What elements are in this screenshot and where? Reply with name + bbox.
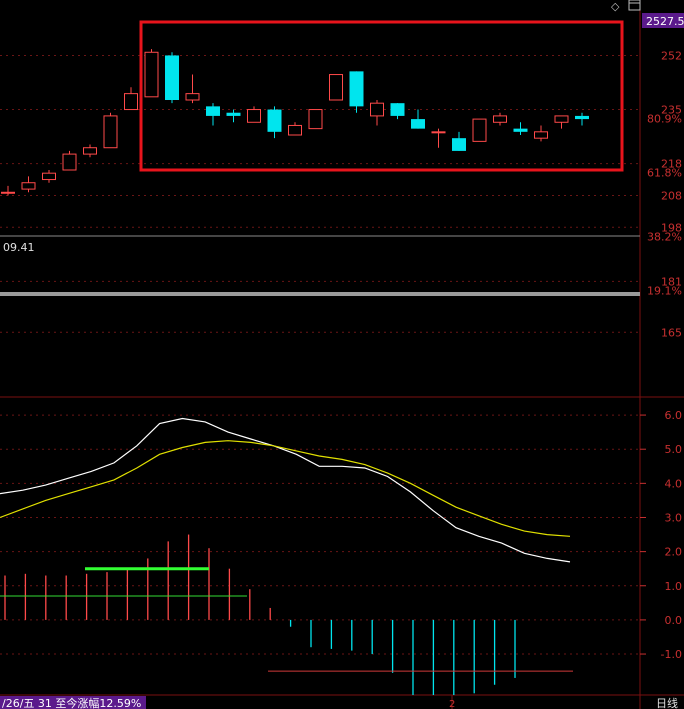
indicator-tick-label: -1.0 [661,648,682,661]
candle-body [42,172,56,181]
candle-body [431,131,446,134]
cursor-label: 2 [449,699,455,709]
indicator-tick-label: 5.0 [665,443,683,456]
status-text: /26/五 31 至今涨幅12.59% [2,696,141,709]
candle [62,150,77,171]
candle-body [534,131,548,139]
indicator-tick-label: 6.0 [665,409,683,422]
candle [103,112,118,149]
indicator-tick-label: 4.0 [665,477,683,490]
price-tick-label: 165 [661,326,682,339]
candle [267,106,282,139]
price-badge: 2527.5 [646,15,684,28]
indicator-tick-label: 2.0 [665,546,683,559]
candle-body [513,128,528,132]
price-tick-label: 208 [661,189,682,202]
candle-body [575,115,589,120]
candle [431,128,446,148]
price-tick-label: 252 [661,49,682,62]
candle-body [21,182,36,190]
candle [411,109,425,129]
candle [452,131,466,151]
candle-body [165,55,179,100]
candle [390,103,405,120]
candle-body [226,112,241,116]
candle-body [206,106,220,116]
stock-chart: 252235218208198181165 80.9%61.8%38.2%19.… [0,0,684,709]
indicator-tick-label: 0.0 [665,614,683,627]
indicator-tick-labels: 6.0 5.0 4.0 3.0 2.0 1.0 0.0 -1.0 [661,409,682,661]
candle [513,122,528,135]
candle [370,100,384,126]
candle [329,74,343,101]
candle [144,49,159,98]
candle [83,144,97,158]
candle-body [329,74,343,101]
percent-tick-label: 38.2% [647,230,682,243]
candle [247,106,261,123]
candle [349,71,364,113]
value-label: 09.41 [3,241,35,254]
candle [534,125,548,142]
price-grid [0,54,640,333]
period-label[interactable]: 日线 [656,696,678,709]
candle [124,87,138,111]
candle-body [472,118,487,142]
macd-lines [0,417,571,563]
candle-body [390,103,405,116]
window-icon[interactable] [628,0,641,11]
candle-body [124,93,138,111]
candle [308,109,323,130]
highlight-box [139,20,624,172]
percent-tick-label: 61.8% [647,167,682,180]
candle [472,118,487,142]
candle-body [452,138,466,151]
candle-body [62,153,77,171]
candle [226,109,241,123]
candle-body [308,109,323,130]
candle-body [267,109,282,132]
candle [554,115,569,129]
candle [288,122,302,136]
candle-body [1,191,15,194]
candle-body [493,115,507,123]
percent-tick-labels: 80.9% 61.8% 38.2% 19.1% [647,113,682,298]
indicator-tick-label: 3.0 [665,511,683,524]
candle-body [349,71,364,107]
candle [206,103,220,126]
candle [165,52,179,104]
indicator-tick-label: 1.0 [665,580,683,593]
candle-body [554,115,569,123]
candle-body [370,102,384,117]
percent-tick-label: 80.9% [647,113,682,126]
candle-body [411,119,425,129]
percent-tick-label: 19.1% [647,284,682,297]
candle [493,112,507,126]
macd-line-0 [0,417,571,563]
candle-body [144,51,159,98]
candles [1,49,589,196]
diamond-icon[interactable]: ◇ [611,0,620,13]
macd-line-1 [0,440,571,537]
candle-body [83,147,97,155]
panel-splitter[interactable] [0,292,640,296]
candle [185,74,200,104]
candle-body [103,115,118,149]
candle [1,185,15,196]
candle-body [185,93,200,101]
candle [21,176,36,193]
candle [575,112,589,126]
candle-body [288,124,302,136]
candle [42,170,56,183]
candle-body [247,109,261,123]
